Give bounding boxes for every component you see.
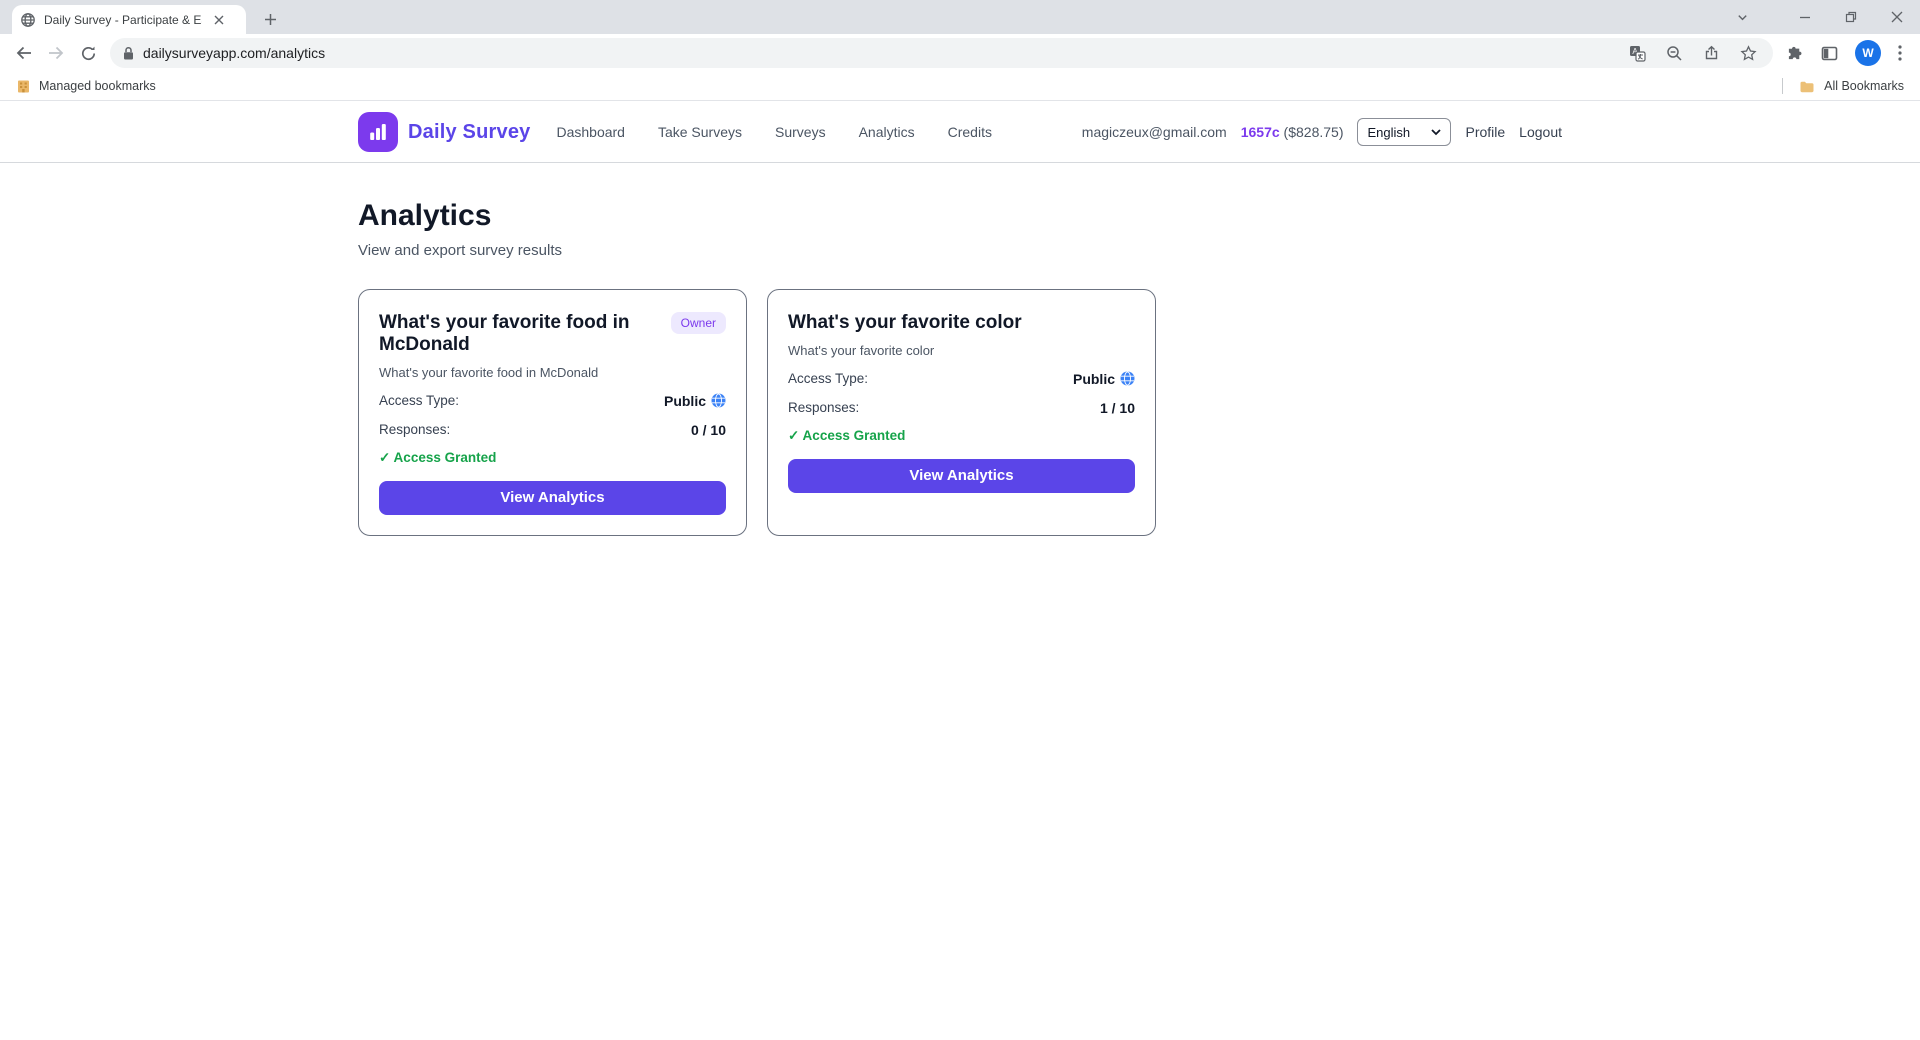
survey-description: What's your favorite food in McDonald — [379, 365, 726, 380]
credits-usd: ($828.75) — [1284, 124, 1344, 140]
survey-card: What's your favorite color What's your f… — [767, 289, 1156, 536]
bookmark-star-icon[interactable] — [1740, 45, 1757, 62]
language-selected: English — [1367, 125, 1410, 140]
language-select[interactable]: English — [1357, 118, 1451, 146]
managed-bookmarks-label: Managed bookmarks — [39, 79, 156, 93]
access-type-label: Access Type: — [379, 393, 459, 408]
profile-avatar[interactable]: W — [1855, 40, 1881, 66]
managed-bookmarks-folder-icon — [16, 79, 31, 94]
page-subtitle: View and export survey results — [358, 242, 1562, 259]
public-globe-icon — [1120, 371, 1135, 386]
profile-link[interactable]: Profile — [1465, 124, 1505, 140]
bookmarks-bar: Managed bookmarks All Bookmarks — [0, 72, 1920, 101]
close-window-button[interactable] — [1874, 0, 1920, 34]
browser-toolbar: dailysurveyapp.com/analytics A — [0, 34, 1920, 72]
nav-credits[interactable]: Credits — [948, 124, 992, 140]
nav-take-surveys[interactable]: Take Surveys — [658, 124, 742, 140]
brand-logo-icon — [358, 112, 398, 152]
survey-title: What's your favorite food in McDonald — [379, 312, 663, 356]
credits-amount: 1657c — [1241, 124, 1280, 140]
tab-strip: Daily Survey - Participate & Earn — [0, 0, 1920, 34]
brand-name: Daily Survey — [408, 121, 530, 144]
logout-link[interactable]: Logout — [1519, 124, 1562, 140]
site-header: Daily Survey Dashboard Take Surveys Surv… — [0, 101, 1920, 163]
access-type-value: Public — [664, 393, 706, 409]
zoom-out-icon[interactable] — [1666, 45, 1683, 62]
owner-badge: Owner — [671, 312, 726, 334]
main-content: Analytics View and export survey results… — [0, 163, 1920, 536]
survey-title: What's your favorite color — [788, 312, 1022, 334]
all-bookmarks-folder-icon — [1799, 79, 1814, 94]
new-tab-button[interactable] — [258, 7, 282, 31]
reload-icon[interactable] — [72, 37, 104, 69]
tab-search-chevron-icon[interactable] — [1722, 0, 1762, 34]
extensions-puzzle-icon[interactable] — [1787, 45, 1804, 62]
credits-balance: 1657c ($828.75) — [1241, 124, 1344, 140]
translate-icon[interactable]: A — [1629, 45, 1646, 62]
nav-dashboard[interactable]: Dashboard — [556, 124, 625, 140]
tab-close-icon[interactable] — [210, 11, 228, 29]
responses-value: 1 / 10 — [1100, 400, 1135, 416]
page-title: Analytics — [358, 199, 1562, 233]
menu-dots-icon[interactable] — [1898, 45, 1902, 61]
bookmarks-divider — [1782, 78, 1783, 94]
nav-surveys[interactable]: Surveys — [775, 124, 826, 140]
url-text: dailysurveyapp.com/analytics — [143, 45, 325, 61]
responses-value: 0 / 10 — [691, 422, 726, 438]
survey-card: What's your favorite food in McDonald Ow… — [358, 289, 747, 536]
share-icon[interactable] — [1703, 45, 1720, 62]
all-bookmarks-label[interactable]: All Bookmarks — [1824, 79, 1904, 93]
browser-tab[interactable]: Daily Survey - Participate & Earn — [12, 5, 246, 34]
minimize-button[interactable] — [1782, 0, 1828, 34]
survey-cards: What's your favorite food in McDonald Ow… — [358, 289, 1562, 536]
main-nav: Dashboard Take Surveys Surveys Analytics… — [556, 124, 992, 140]
chevron-down-icon — [1431, 129, 1441, 136]
nav-analytics[interactable]: Analytics — [859, 124, 915, 140]
access-type-label: Access Type: — [788, 371, 868, 386]
side-panel-icon[interactable] — [1821, 45, 1838, 62]
tab-title: Daily Survey - Participate & Earn — [44, 13, 202, 27]
view-analytics-button[interactable]: View Analytics — [379, 481, 726, 515]
forward-icon[interactable] — [40, 37, 72, 69]
responses-label: Responses: — [379, 422, 450, 437]
access-granted-status: ✓ Access Granted — [788, 428, 1135, 444]
responses-label: Responses: — [788, 400, 859, 415]
view-analytics-button[interactable]: View Analytics — [788, 459, 1135, 493]
survey-description: What's your favorite color — [788, 343, 1135, 358]
address-bar[interactable]: dailysurveyapp.com/analytics A — [110, 38, 1773, 68]
restore-button[interactable] — [1828, 0, 1874, 34]
managed-bookmarks[interactable]: Managed bookmarks — [16, 79, 156, 94]
globe-favicon-icon — [20, 12, 36, 28]
access-granted-status: ✓ Access Granted — [379, 450, 726, 466]
lock-icon — [122, 46, 135, 61]
user-email: magiczeux@gmail.com — [1082, 124, 1227, 140]
public-globe-icon — [711, 393, 726, 408]
access-type-value: Public — [1073, 371, 1115, 387]
brand[interactable]: Daily Survey — [358, 112, 530, 152]
back-icon[interactable] — [8, 37, 40, 69]
